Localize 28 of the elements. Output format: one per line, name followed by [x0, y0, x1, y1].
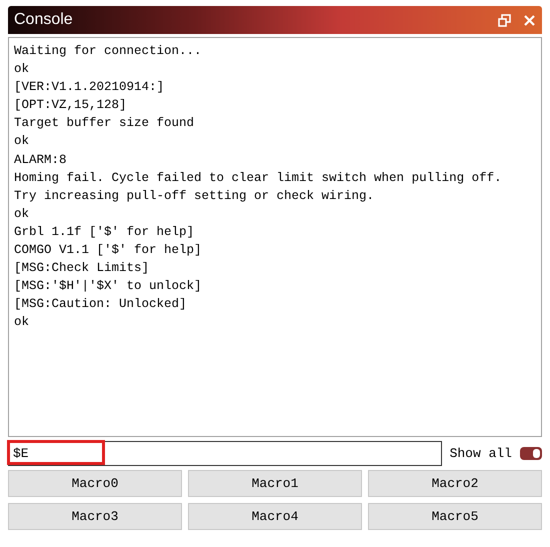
close-button[interactable] — [523, 14, 536, 26]
console-line: Waiting for connection... — [14, 43, 203, 60]
console-line: ok — [14, 133, 30, 150]
console-line: [OPT:VZ,15,128] — [14, 97, 128, 114]
show-all-toggle[interactable] — [520, 447, 542, 460]
console-line: [VER:V1.1.20210914:] — [14, 79, 166, 96]
macro-button[interactable]: Macro2 — [368, 470, 542, 497]
console-line: ok — [14, 206, 30, 223]
macro-button[interactable]: Macro0 — [8, 470, 182, 497]
console-line: [MSG:Caution: Unlocked] — [14, 296, 188, 314]
macro-button[interactable]: Macro4 — [188, 503, 362, 530]
console-line: ok — [14, 61, 30, 78]
console-line: ALARM:8 — [14, 152, 68, 169]
macro-button[interactable]: Macro5 — [368, 503, 542, 530]
console-line: Target buffer size found — [14, 115, 196, 132]
macro-button[interactable]: Macro3 — [8, 503, 182, 530]
console-line: ok — [14, 314, 30, 332]
console-line: Try increasing pull-off setting or check wiring. — [14, 188, 376, 205]
command-field[interactable]: $E — [8, 441, 442, 466]
console-line: [MSG:'$H'|'$X' to unlock] — [14, 278, 203, 296]
show-all-label: Show all — [450, 446, 512, 461]
console-line: Homing fail. Cycle failed to clear limit switch when pulling off. — [14, 170, 503, 187]
console-line: [MSG:Check Limits] — [14, 260, 150, 278]
restore-button[interactable] — [498, 14, 511, 26]
console-line: COMGO V1.1 ['$' for help] — [14, 242, 203, 260]
console-line: Grbl 1.1f ['$' for help] — [14, 224, 196, 241]
window-title: Console — [14, 11, 74, 29]
macro-button[interactable]: Macro1 — [188, 470, 362, 497]
